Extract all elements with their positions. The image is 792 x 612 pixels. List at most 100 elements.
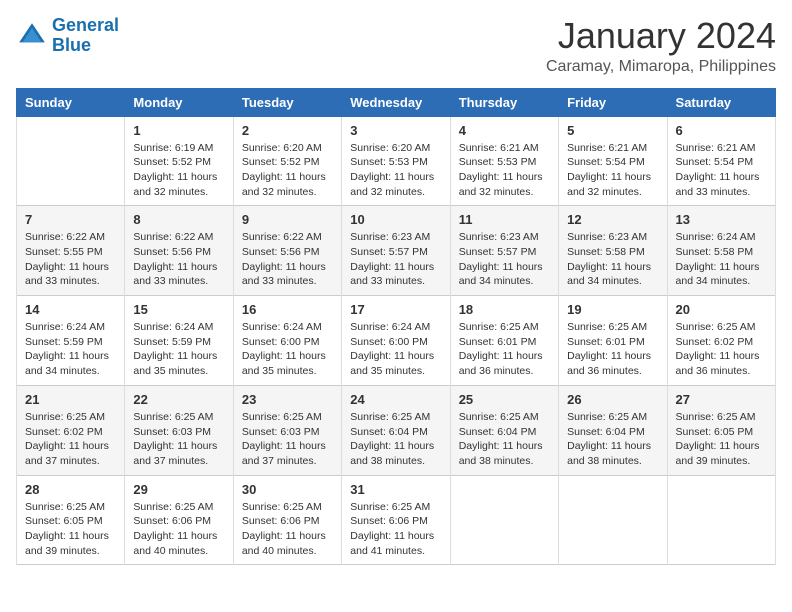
day-number: 19 bbox=[567, 302, 658, 317]
day-info: Sunrise: 6:21 AM Sunset: 5:54 PM Dayligh… bbox=[567, 141, 658, 200]
logo-text: General Blue bbox=[52, 16, 119, 56]
day-cell: 22Sunrise: 6:25 AM Sunset: 6:03 PM Dayli… bbox=[125, 385, 233, 475]
week-row-1: 7 Sunrise: 6:22 AM Sunset: 5:55 PM Daylig… bbox=[17, 206, 776, 296]
day-number: 1 bbox=[133, 123, 224, 138]
day-cell: 19 Sunrise: 6:25 AM Sunset: 6:01 PM Dayli… bbox=[559, 296, 667, 386]
day-number: 21 bbox=[25, 392, 116, 407]
day-number: 12 bbox=[567, 212, 658, 227]
day-number: 9 bbox=[242, 212, 333, 227]
day-info: Sunrise: 6:25 AM Sunset: 6:06 PM Dayligh… bbox=[242, 500, 333, 559]
week-row-4: 28Sunrise: 6:25 AM Sunset: 6:05 PM Dayli… bbox=[17, 475, 776, 565]
day-number: 28 bbox=[25, 482, 116, 497]
day-info: Sunrise: 6:24 AM Sunset: 5:59 PM Dayligh… bbox=[133, 320, 224, 379]
day-number: 18 bbox=[459, 302, 550, 317]
day-info: Sunrise: 6:25 AM Sunset: 6:02 PM Dayligh… bbox=[25, 410, 116, 469]
day-number: 10 bbox=[350, 212, 441, 227]
day-cell: 27 Sunrise: 6:25 AM Sunset: 6:05 PM Dayli… bbox=[667, 385, 775, 475]
day-number: 16 bbox=[242, 302, 333, 317]
day-info: Sunrise: 6:20 AM Sunset: 5:52 PM Dayligh… bbox=[242, 141, 333, 200]
header-monday: Monday bbox=[125, 88, 233, 116]
day-info: Sunrise: 6:24 AM Sunset: 6:00 PM Dayligh… bbox=[242, 320, 333, 379]
calendar-subtitle: Caramay, Mimaropa, Philippines bbox=[546, 58, 776, 76]
header-wednesday: Wednesday bbox=[342, 88, 450, 116]
day-cell: 5 Sunrise: 6:21 AM Sunset: 5:54 PM Daylig… bbox=[559, 116, 667, 206]
header-thursday: Thursday bbox=[450, 88, 558, 116]
day-info: Sunrise: 6:21 AM Sunset: 5:53 PM Dayligh… bbox=[459, 141, 550, 200]
day-number: 6 bbox=[676, 123, 767, 138]
day-number: 3 bbox=[350, 123, 441, 138]
day-info: Sunrise: 6:24 AM Sunset: 5:59 PM Dayligh… bbox=[25, 320, 116, 379]
day-cell: 21 Sunrise: 6:25 AM Sunset: 6:02 PM Dayli… bbox=[17, 385, 125, 475]
day-info: Sunrise: 6:25 AM Sunset: 6:01 PM Dayligh… bbox=[567, 320, 658, 379]
day-info: Sunrise: 6:22 AM Sunset: 5:55 PM Dayligh… bbox=[25, 230, 116, 289]
day-cell: 26 Sunrise: 6:25 AM Sunset: 6:04 PM Dayli… bbox=[559, 385, 667, 475]
day-number: 7 bbox=[25, 212, 116, 227]
day-info: Sunrise: 6:25 AM Sunset: 6:03 PM Dayligh… bbox=[133, 410, 224, 469]
logo-icon bbox=[16, 20, 48, 52]
day-number: 8 bbox=[133, 212, 224, 227]
day-number: 29 bbox=[133, 482, 224, 497]
day-cell: 4Sunrise: 6:21 AM Sunset: 5:53 PM Daylig… bbox=[450, 116, 558, 206]
header-saturday: Saturday bbox=[667, 88, 775, 116]
page-header: General Blue January 2024 Caramay, Mimar… bbox=[16, 16, 776, 76]
day-cell bbox=[17, 116, 125, 206]
day-cell: 20 Sunrise: 6:25 AM Sunset: 6:02 PM Dayli… bbox=[667, 296, 775, 386]
day-cell: 7 Sunrise: 6:22 AM Sunset: 5:55 PM Daylig… bbox=[17, 206, 125, 296]
day-cell: 1 Sunrise: 6:19 AM Sunset: 5:52 PM Daylig… bbox=[125, 116, 233, 206]
day-info: Sunrise: 6:25 AM Sunset: 6:06 PM Dayligh… bbox=[350, 500, 441, 559]
day-cell: 10 Sunrise: 6:23 AM Sunset: 5:57 PM Dayli… bbox=[342, 206, 450, 296]
day-number: 23 bbox=[242, 392, 333, 407]
day-info: Sunrise: 6:25 AM Sunset: 6:04 PM Dayligh… bbox=[350, 410, 441, 469]
day-cell: 30 Sunrise: 6:25 AM Sunset: 6:06 PM Dayli… bbox=[233, 475, 341, 565]
day-number: 17 bbox=[350, 302, 441, 317]
day-number: 15 bbox=[133, 302, 224, 317]
day-number: 5 bbox=[567, 123, 658, 138]
day-info: Sunrise: 6:25 AM Sunset: 6:04 PM Dayligh… bbox=[459, 410, 550, 469]
day-info: Sunrise: 6:25 AM Sunset: 6:05 PM Dayligh… bbox=[676, 410, 767, 469]
day-number: 27 bbox=[676, 392, 767, 407]
day-cell: 25Sunrise: 6:25 AM Sunset: 6:04 PM Dayli… bbox=[450, 385, 558, 475]
day-info: Sunrise: 6:25 AM Sunset: 6:06 PM Dayligh… bbox=[133, 500, 224, 559]
day-info: Sunrise: 6:24 AM Sunset: 6:00 PM Dayligh… bbox=[350, 320, 441, 379]
day-info: Sunrise: 6:25 AM Sunset: 6:03 PM Dayligh… bbox=[242, 410, 333, 469]
day-cell bbox=[450, 475, 558, 565]
day-info: Sunrise: 6:22 AM Sunset: 5:56 PM Dayligh… bbox=[133, 230, 224, 289]
header-tuesday: Tuesday bbox=[233, 88, 341, 116]
day-number: 14 bbox=[25, 302, 116, 317]
calendar-title: January 2024 bbox=[546, 16, 776, 56]
day-cell: 14 Sunrise: 6:24 AM Sunset: 5:59 PM Dayli… bbox=[17, 296, 125, 386]
day-number: 26 bbox=[567, 392, 658, 407]
calendar-table: SundayMondayTuesdayWednesdayThursdayFrid… bbox=[16, 88, 776, 566]
day-cell: 15 Sunrise: 6:24 AM Sunset: 5:59 PM Dayli… bbox=[125, 296, 233, 386]
day-cell: 24 Sunrise: 6:25 AM Sunset: 6:04 PM Dayli… bbox=[342, 385, 450, 475]
day-cell: 13 Sunrise: 6:24 AM Sunset: 5:58 PM Dayli… bbox=[667, 206, 775, 296]
week-row-2: 14 Sunrise: 6:24 AM Sunset: 5:59 PM Dayli… bbox=[17, 296, 776, 386]
day-info: Sunrise: 6:25 AM Sunset: 6:01 PM Dayligh… bbox=[459, 320, 550, 379]
day-number: 13 bbox=[676, 212, 767, 227]
day-cell: 31 Sunrise: 6:25 AM Sunset: 6:06 PM Dayli… bbox=[342, 475, 450, 565]
day-info: Sunrise: 6:25 AM Sunset: 6:04 PM Dayligh… bbox=[567, 410, 658, 469]
day-info: Sunrise: 6:25 AM Sunset: 6:02 PM Dayligh… bbox=[676, 320, 767, 379]
day-cell: 6 Sunrise: 6:21 AM Sunset: 5:54 PM Daylig… bbox=[667, 116, 775, 206]
day-info: Sunrise: 6:23 AM Sunset: 5:57 PM Dayligh… bbox=[459, 230, 550, 289]
day-cell: 9Sunrise: 6:22 AM Sunset: 5:56 PM Daylig… bbox=[233, 206, 341, 296]
day-number: 11 bbox=[459, 212, 550, 227]
day-cell: 12Sunrise: 6:23 AM Sunset: 5:58 PM Dayli… bbox=[559, 206, 667, 296]
day-cell bbox=[559, 475, 667, 565]
day-cell: 18 Sunrise: 6:25 AM Sunset: 6:01 PM Dayli… bbox=[450, 296, 558, 386]
day-cell: 16 Sunrise: 6:24 AM Sunset: 6:00 PM Dayli… bbox=[233, 296, 341, 386]
calendar-header-row: SundayMondayTuesdayWednesdayThursdayFrid… bbox=[17, 88, 776, 116]
day-info: Sunrise: 6:21 AM Sunset: 5:54 PM Dayligh… bbox=[676, 141, 767, 200]
header-friday: Friday bbox=[559, 88, 667, 116]
day-number: 24 bbox=[350, 392, 441, 407]
day-cell: 11 Sunrise: 6:23 AM Sunset: 5:57 PM Dayli… bbox=[450, 206, 558, 296]
day-cell: 23 Sunrise: 6:25 AM Sunset: 6:03 PM Dayli… bbox=[233, 385, 341, 475]
day-number: 20 bbox=[676, 302, 767, 317]
day-number: 31 bbox=[350, 482, 441, 497]
day-info: Sunrise: 6:19 AM Sunset: 5:52 PM Dayligh… bbox=[133, 141, 224, 200]
day-number: 30 bbox=[242, 482, 333, 497]
day-cell: 8 Sunrise: 6:22 AM Sunset: 5:56 PM Daylig… bbox=[125, 206, 233, 296]
day-info: Sunrise: 6:23 AM Sunset: 5:57 PM Dayligh… bbox=[350, 230, 441, 289]
day-info: Sunrise: 6:20 AM Sunset: 5:53 PM Dayligh… bbox=[350, 141, 441, 200]
day-info: Sunrise: 6:24 AM Sunset: 5:58 PM Dayligh… bbox=[676, 230, 767, 289]
